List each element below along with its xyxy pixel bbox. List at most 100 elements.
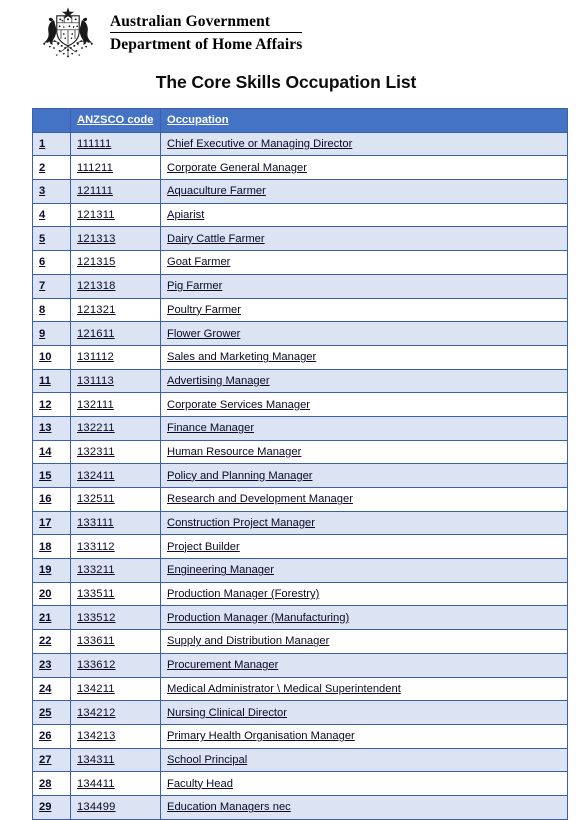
- row-index-cell[interactable]: 22: [32, 629, 71, 654]
- anzsco-code-cell[interactable]: 132311: [70, 439, 161, 465]
- anzsco-code-cell[interactable]: 121611: [70, 321, 161, 346]
- occupation-cell[interactable]: School Principal: [160, 747, 568, 773]
- anzsco-code-cell[interactable]: 133111: [70, 510, 161, 536]
- occupation-cell[interactable]: Primary Health Organisation Manager: [160, 723, 568, 749]
- anzsco-code-cell[interactable]: 121313: [70, 226, 161, 252]
- row-index-cell[interactable]: 21: [32, 605, 71, 631]
- anzsco-code-cell[interactable]: 134213: [70, 723, 161, 749]
- occupation-cell[interactable]: Education Managers nec: [160, 794, 568, 820]
- row-index-cell[interactable]: 17: [32, 510, 71, 536]
- row-index-cell[interactable]: 11: [32, 368, 71, 394]
- anzsco-code-cell[interactable]: 133511: [70, 581, 161, 607]
- row-index-cell[interactable]: 7: [32, 273, 71, 299]
- occupation-cell[interactable]: Pig Farmer: [160, 273, 568, 299]
- anzsco-code-cell[interactable]: 134499: [70, 794, 161, 820]
- row-index-cell[interactable]: 13: [32, 415, 71, 441]
- occupation-cell[interactable]: Supply and Distribution Manager: [160, 629, 568, 654]
- anzsco-code-cell[interactable]: 132211: [70, 415, 161, 441]
- row-index-cell[interactable]: 9: [32, 321, 71, 346]
- column-header-anzsco-code[interactable]: ANZSCO code: [70, 108, 161, 133]
- occupation-cell[interactable]: Flower Grower: [160, 321, 568, 346]
- anzsco-code-cell[interactable]: 111211: [70, 155, 161, 181]
- row-index-cell[interactable]: 4: [32, 202, 71, 228]
- australian-coat-of-arms-icon: [43, 7, 93, 58]
- occupation-cell[interactable]: Apiarist: [160, 202, 568, 228]
- row-index-cell[interactable]: 25: [32, 700, 71, 725]
- occupation-cell[interactable]: Production Manager (Forestry): [160, 581, 568, 607]
- row-index-cell[interactable]: 15: [32, 463, 71, 488]
- row-index-cell[interactable]: 12: [32, 392, 71, 417]
- occupation-cell[interactable]: Engineering Manager: [160, 558, 568, 583]
- occupation-cell[interactable]: Production Manager (Manufacturing): [160, 605, 568, 631]
- occupation-link: Education Managers nec: [167, 801, 291, 814]
- row-index-cell[interactable]: 29: [32, 794, 71, 820]
- row-index-cell[interactable]: 20: [32, 581, 71, 607]
- occupation-cell[interactable]: Finance Manager: [160, 415, 568, 441]
- anzsco-code-cell[interactable]: 132111: [70, 392, 161, 417]
- occupation-cell[interactable]: Construction Project Manager: [160, 510, 568, 536]
- row-index-cell[interactable]: 1: [32, 131, 71, 157]
- anzsco-code-cell[interactable]: 133211: [70, 558, 161, 583]
- row-index-cell[interactable]: 16: [32, 487, 71, 512]
- occupation-cell[interactable]: Research and Development Manager: [160, 487, 568, 512]
- occupation-cell[interactable]: Dairy Cattle Farmer: [160, 226, 568, 252]
- occupation-cell[interactable]: Medical Administrator \ Medical Superint…: [160, 676, 568, 702]
- anzsco-code-cell[interactable]: 134211: [70, 676, 161, 702]
- row-index-cell[interactable]: 10: [32, 344, 71, 370]
- row-index-cell[interactable]: 5: [32, 226, 71, 252]
- occupation-cell[interactable]: Advertising Manager: [160, 368, 568, 394]
- anzsco-code-cell[interactable]: 132511: [70, 487, 161, 512]
- row-index-cell[interactable]: 6: [32, 250, 71, 275]
- occupation-cell[interactable]: Policy and Planning Manager: [160, 463, 568, 488]
- occupation-cell[interactable]: Sales and Marketing Manager: [160, 344, 568, 370]
- anzsco-code-cell[interactable]: 133612: [70, 652, 161, 678]
- anzsco-code-cell[interactable]: 121111: [70, 179, 161, 204]
- anzsco-code-cell[interactable]: 133611: [70, 629, 161, 654]
- row-index-cell[interactable]: 24: [32, 676, 71, 702]
- row-index-cell[interactable]: 26: [32, 723, 71, 749]
- occupation-cell[interactable]: Project Builder: [160, 534, 568, 560]
- occupation-cell[interactable]: Poultry Farmer: [160, 297, 568, 323]
- row-index-cell[interactable]: 18: [32, 534, 71, 560]
- row-index-cell[interactable]: 3: [32, 179, 71, 204]
- anzsco-code-link: 134499: [77, 801, 116, 814]
- occupation-link: Engineering Manager: [167, 564, 274, 577]
- anzsco-code-cell[interactable]: 134212: [70, 700, 161, 725]
- anzsco-code-cell[interactable]: 133112: [70, 534, 161, 560]
- column-header-occupation[interactable]: Occupation: [160, 108, 568, 133]
- anzsco-code-cell[interactable]: 134311: [70, 747, 161, 773]
- anzsco-code-cell[interactable]: 133512: [70, 605, 161, 631]
- anzsco-code-cell[interactable]: 121315: [70, 250, 161, 275]
- table-row: 20 133511 Production Manager (Forestry): [32, 581, 568, 607]
- row-index-cell[interactable]: 23: [32, 652, 71, 678]
- row-index-cell[interactable]: 14: [32, 439, 71, 465]
- occupation-cell[interactable]: Corporate Services Manager: [160, 392, 568, 417]
- row-index-link: 26: [39, 730, 52, 743]
- anzsco-code-cell[interactable]: 131113: [70, 368, 161, 394]
- row-index-cell[interactable]: 2: [32, 155, 71, 181]
- anzsco-code-cell[interactable]: 132411: [70, 463, 161, 488]
- occupation-cell[interactable]: Faculty Head: [160, 771, 568, 796]
- anzsco-code-cell[interactable]: 121318: [70, 273, 161, 299]
- occupation-cell[interactable]: Nursing Clinical Director: [160, 700, 568, 725]
- occupation-cell[interactable]: Goat Farmer: [160, 250, 568, 275]
- anzsco-code-cell[interactable]: 134411: [70, 771, 161, 796]
- row-index-cell[interactable]: 8: [32, 297, 71, 323]
- table-row: 2 111211 Corporate General Manager: [32, 155, 568, 181]
- page-title: The Core Skills Occupation List: [155, 72, 417, 92]
- occupation-cell[interactable]: Procurement Manager: [160, 652, 568, 678]
- table-row: 6 121315 Goat Farmer: [32, 250, 568, 275]
- row-index-cell[interactable]: 27: [32, 747, 71, 773]
- occupation-cell[interactable]: Aquaculture Farmer: [160, 179, 568, 204]
- occupation-link: Faculty Head: [167, 777, 233, 790]
- row-index-cell[interactable]: 28: [32, 771, 71, 796]
- row-index-cell[interactable]: 19: [32, 558, 71, 583]
- occupation-cell[interactable]: Human Resource Manager: [160, 439, 568, 465]
- anzsco-code-link: 133511: [77, 588, 115, 601]
- anzsco-code-cell[interactable]: 111111: [70, 131, 161, 157]
- anzsco-code-cell[interactable]: 131112: [70, 344, 161, 370]
- anzsco-code-cell[interactable]: 121321: [70, 297, 161, 323]
- occupation-cell[interactable]: Corporate General Manager: [160, 155, 568, 181]
- anzsco-code-cell[interactable]: 121311: [70, 202, 161, 228]
- occupation-cell[interactable]: Chief Executive or Managing Director: [160, 131, 568, 157]
